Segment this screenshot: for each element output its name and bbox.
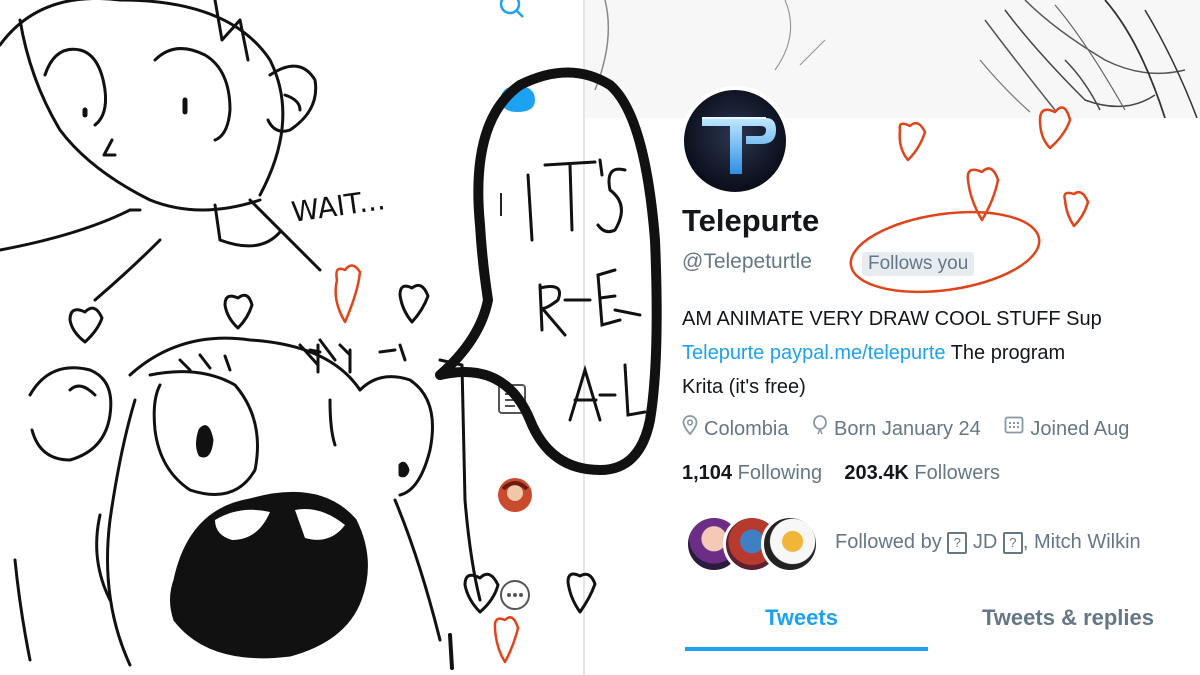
calendar-icon — [1004, 415, 1024, 441]
bottom-face-left — [106, 398, 137, 667]
messages-icon[interactable] — [495, 78, 545, 118]
heart-black-1 — [68, 306, 104, 344]
birthday-text: Born January 24 — [834, 418, 981, 440]
followed-by-text: Followed by ? JD ?, Mitch Wilkin — [835, 531, 1141, 554]
heart-black-4 — [463, 572, 500, 614]
bio-line-2: Telepurte paypal.me/telepurte The progra… — [682, 336, 1200, 370]
followed-by-prefix: Followed by — [835, 531, 942, 553]
following-count: 1,104 — [682, 462, 733, 484]
heart-orange-1 — [334, 264, 362, 324]
top-head-outline — [0, 0, 285, 197]
profile-avatar-icon[interactable] — [495, 475, 535, 515]
profile-handle: @Telepeturtle — [682, 250, 812, 273]
bottom-ear-right — [358, 375, 434, 497]
location-item: Colombia — [682, 415, 794, 441]
bio-line-3: Krita (it's free) — [682, 376, 806, 398]
profile-avatar[interactable] — [680, 86, 790, 196]
profile-meta: Colombia Born January 24 Joined Aug — [682, 415, 1200, 441]
balloon-icon — [812, 415, 828, 441]
top-eye-left — [43, 47, 107, 127]
bio-line-1: AM ANIMATE VERY DRAW COOL STUFF Sup — [682, 308, 1102, 330]
followers-label: Followers — [914, 462, 1000, 484]
top-hair-strands — [213, 0, 250, 62]
search-icon[interactable] — [490, 0, 530, 30]
profile-card: Telepurte @Telepeturtle Follows you AM A… — [585, 0, 1200, 675]
following-label: Following — [737, 462, 823, 484]
telepurte-logo-icon — [702, 117, 776, 174]
following-stat[interactable]: 1,104 Following — [682, 462, 822, 484]
tab-tweets[interactable]: Tweets — [765, 605, 838, 631]
bottom-ear-left — [28, 366, 113, 462]
heart-orange-6 — [493, 616, 520, 664]
profile-bio: AM ANIMATE VERY DRAW COOL STUFF Sup Tele… — [682, 302, 1200, 404]
heart-black-3 — [398, 283, 430, 324]
follows-you-badge: Follows you — [862, 252, 975, 276]
joined-item: Joined Aug — [1004, 415, 1130, 441]
profile-banner — [585, 0, 1200, 119]
profile-name: Telepurte — [682, 203, 820, 238]
bottom-mouth — [170, 491, 368, 659]
bio-paypal-link[interactable]: paypal.me/telepurte — [770, 342, 946, 364]
followed-by-name-1: JD — [972, 531, 998, 553]
bio-mention-link[interactable]: Telepurte — [682, 342, 764, 364]
lists-icon[interactable] — [495, 381, 531, 417]
followers-stat[interactable]: 203.4K Followers — [844, 462, 1000, 484]
top-collar — [213, 203, 282, 248]
followers-count: 203.4K — [844, 462, 909, 484]
follower-avatar-3 — [761, 515, 819, 573]
top-jawline — [18, 18, 262, 212]
comic-panel: Telepurte @Telepeturtle Follows you AM A… — [0, 0, 1200, 675]
bio-line-2-rest: The program — [945, 342, 1066, 364]
heart-black-2 — [223, 293, 254, 330]
location-icon — [682, 415, 698, 441]
bottom-eye-left — [148, 370, 259, 496]
top-ear — [266, 64, 318, 133]
unknown-glyph-icon: ? — [947, 531, 968, 554]
follow-counts: 1,104 Following 203.4K Followers — [682, 462, 1000, 485]
bottom-face-right — [393, 498, 442, 642]
more-icon[interactable] — [497, 577, 537, 617]
wait-text: WAIT... — [289, 183, 387, 229]
location-text: Colombia — [704, 418, 789, 440]
active-tab-underline — [685, 647, 928, 651]
unknown-glyph-icon: ? — [1002, 531, 1023, 554]
birthday-item: Born January 24 — [812, 415, 986, 441]
top-eye-right — [153, 47, 232, 142]
top-nose — [102, 138, 117, 157]
banner-sketch — [594, 0, 1198, 119]
followed-by-name-2: , Mitch Wilkin — [1022, 531, 1141, 553]
bottom-head-top — [128, 336, 362, 392]
tab-tweets-replies[interactable]: Tweets & replies — [982, 605, 1154, 631]
bookmark-icon[interactable] — [497, 190, 517, 220]
joined-text: Joined Aug — [1030, 418, 1130, 440]
